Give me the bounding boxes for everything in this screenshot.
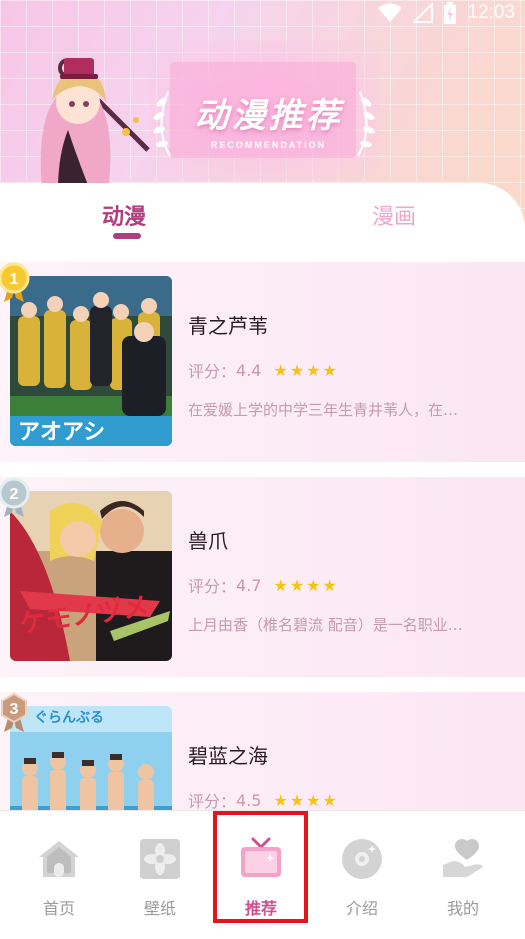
star-rating-icon: ★★★★ [273,575,339,595]
nav-intro[interactable]: 介绍 [312,811,412,929]
svg-text:3: 3 [10,701,19,718]
bottom-navigation: 首页 壁纸 推荐 介绍 我的 [0,810,525,939]
nav-label: 推荐 [244,899,277,918]
svg-text:アオアシ: アオアシ [18,420,105,445]
rank-badge-bronze-icon: 3 [1,692,27,732]
item-title: 兽爪 [188,529,228,553]
signal-icon [413,3,434,23]
category-tabs: 动漫 漫画 [0,183,525,273]
item-rating: 评分： 4.4 ★★★★ [188,360,339,382]
wallpaper-icon [140,839,180,879]
nav-label: 我的 [446,899,479,918]
rank-badge-silver-icon: 2 [0,477,30,517]
wifi-icon [378,3,403,22]
battery-icon [444,2,457,24]
item-title: 青之芦苇 [188,314,268,338]
nav-mine[interactable]: 我的 [413,811,513,929]
nav-wallpaper[interactable]: 壁纸 [110,811,210,929]
poster-image: アオアシ [10,276,172,446]
star-rating-icon: ★★★★ [273,360,339,380]
tv-icon [241,837,281,877]
nav-home[interactable]: 首页 [9,811,109,929]
svg-text:ぐらんぶる: ぐらんぶる [34,710,104,726]
home-icon [39,841,79,877]
nav-recommend[interactable]: 推荐 [211,811,311,929]
svg-text:1: 1 [10,271,19,288]
disc-icon [342,839,382,879]
rating-value: 4.7 [236,575,262,595]
rating-value: 4.4 [236,360,262,380]
item-description: 上月由香（椎名碧流 配音）是一名职业… [188,616,463,634]
rating-value: 4.5 [236,790,262,810]
poster-image: ケモノヅメ [10,491,172,661]
svg-text:2: 2 [10,486,19,503]
heart-hand-icon [443,838,483,877]
star-rating-icon: ★★★★ [273,790,339,810]
mascot-illustration [40,58,150,190]
status-bar: 12:03 [377,0,515,26]
item-rating: 评分： 4.5 ★★★★ [188,790,339,812]
status-time: 12:03 [467,2,515,23]
list-item[interactable]: ケモノヅメ 2 兽爪 评分： 4.7 ★★★★ 上月由香（椎名碧流 配音）是一名… [0,477,525,677]
nav-label: 介绍 [345,899,378,918]
tab-active-indicator [113,233,141,239]
item-rating: 评分： 4.7 ★★★★ [188,575,339,597]
item-title: 碧蓝之海 [188,744,268,768]
tab-anime[interactable]: 动漫 [102,199,146,231]
nav-label: 壁纸 [143,899,176,918]
item-description: 在爱媛上学的中学三年生青井苇人，在… [188,401,459,419]
tab-manga[interactable]: 漫画 [372,199,416,231]
rank-badge-gold-icon: 1 [0,262,30,302]
nav-label: 首页 [42,899,75,918]
list-item[interactable]: アオアシ 1 青之芦苇 评分： 4.4 ★★★★ 在爱媛上学的中学三年生青井苇人… [0,262,525,462]
